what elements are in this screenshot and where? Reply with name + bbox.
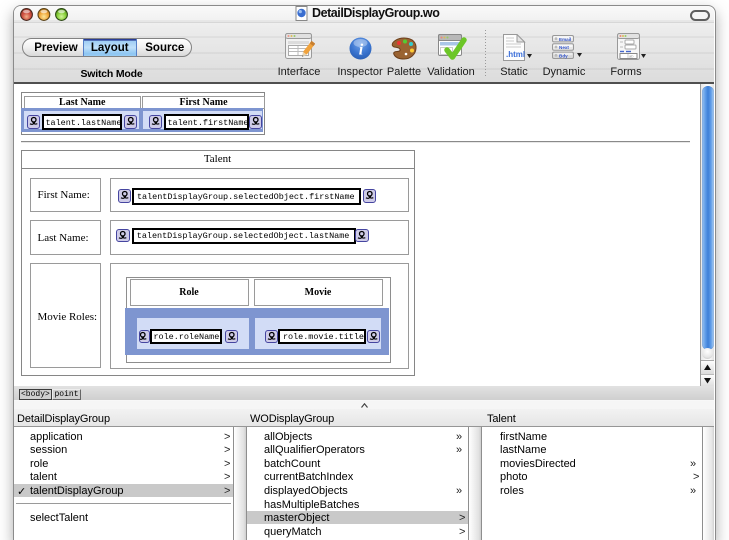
svg-text:i: i (359, 42, 364, 59)
svg-text:Next: Next (559, 45, 569, 50)
svg-text:ab: ab (629, 54, 634, 59)
svg-text:Email: Email (559, 37, 571, 42)
svg-text:.html: .html (506, 50, 525, 59)
svg-text:Bdy: Bdy (559, 53, 568, 58)
